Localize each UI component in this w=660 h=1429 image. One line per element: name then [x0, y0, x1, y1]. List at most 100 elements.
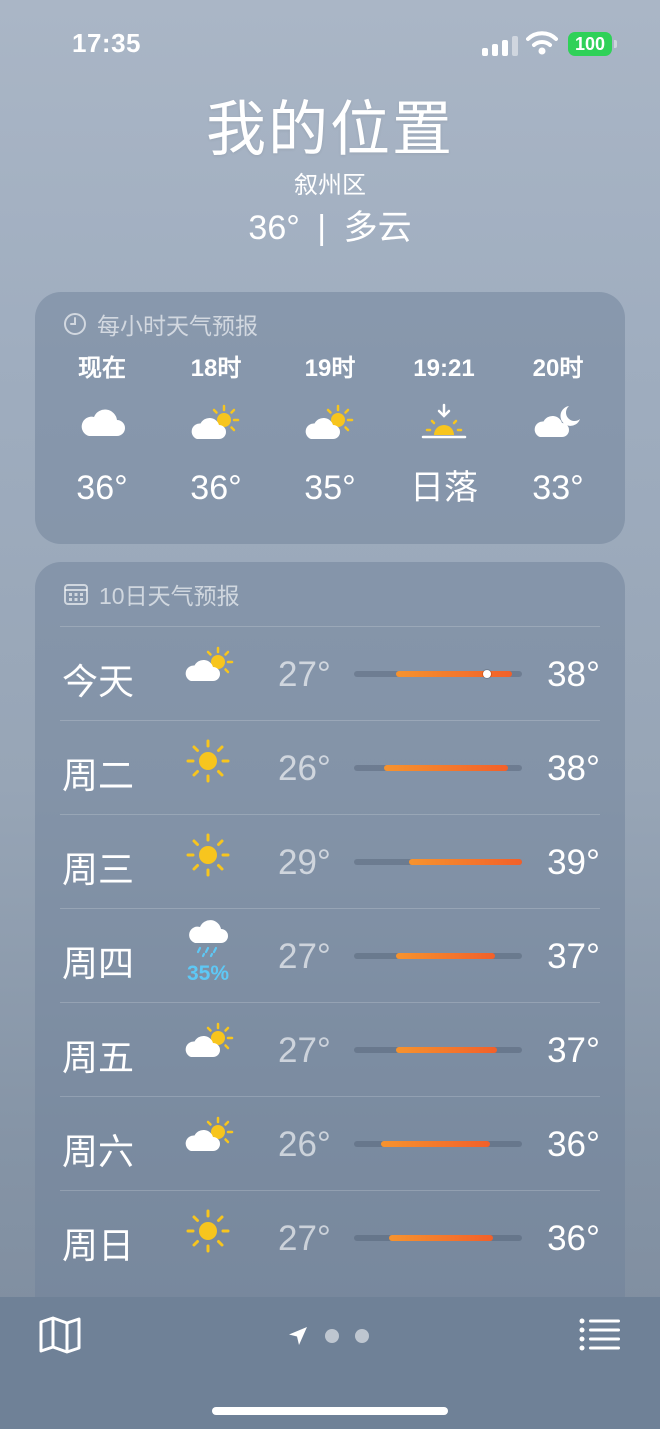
high-temp: 39°	[547, 843, 600, 882]
clock-icon	[64, 313, 86, 335]
hourly-list: 现在 36° 18时 36° 19时 35° 19:21 日落 20时 33°	[35, 356, 625, 512]
hourly-time: 现在	[78, 355, 126, 382]
temp-range-bar	[354, 1047, 522, 1053]
hourly-time: 18时	[190, 355, 242, 382]
high-temp: 37°	[547, 1031, 600, 1070]
partly-cloudy-night-icon	[501, 396, 615, 450]
hourly-time: 19:21	[413, 355, 475, 382]
hourly-forecast-card[interactable]: 每小时天气预报 现在 36° 18时 36° 19时 35° 19:21 日落 20时 33°	[35, 292, 625, 544]
partly-sunny-icon	[273, 396, 387, 450]
ten-day-forecast-title: 10日天气预报	[99, 583, 240, 609]
sun-icon	[182, 739, 234, 788]
page-dot[interactable]	[355, 1329, 369, 1343]
status-time: 17:35	[72, 28, 141, 58]
sun-icon	[182, 1209, 234, 1258]
hourly-temp: 33°	[532, 469, 584, 507]
location-subtitle: 叙州区	[294, 172, 366, 199]
page-dot[interactable]	[325, 1329, 339, 1343]
temp-range-fill	[384, 765, 508, 771]
partly-sunny-icon	[182, 1115, 234, 1160]
temp-range-bar	[354, 1235, 522, 1241]
high-temp: 38°	[547, 749, 600, 788]
day-label: 周五	[62, 1037, 135, 1078]
partly-sunny-icon	[182, 1021, 234, 1066]
hourly-temp: 35°	[304, 469, 356, 507]
low-temp: 27°	[278, 1031, 331, 1070]
page-indicator[interactable]	[287, 1325, 369, 1347]
low-temp: 26°	[278, 1125, 331, 1164]
hourly-time: 20时	[532, 355, 584, 382]
low-temp: 27°	[278, 937, 331, 976]
current-condition: 多云	[343, 209, 412, 247]
daily-row[interactable]: 周三 29° 39°	[60, 814, 600, 908]
day-label: 周日	[62, 1225, 135, 1266]
low-temp: 27°	[278, 1219, 331, 1258]
temp-range-fill	[381, 1141, 490, 1147]
daily-row[interactable]: 周二 26° 38°	[60, 720, 600, 814]
temp-range-fill	[396, 1047, 497, 1053]
hourly-item: 18时 36°	[159, 356, 273, 512]
day-label: 今天	[62, 661, 135, 702]
location-header: 我的位置 叙州区 36° | 多云	[0, 92, 660, 250]
day-label: 周二	[62, 755, 135, 796]
daily-row[interactable]: 周日 27° 36°	[60, 1190, 600, 1284]
daily-row[interactable]: 周六 26° 36°	[60, 1096, 600, 1190]
temp-range-fill	[396, 671, 512, 677]
hourly-forecast-header: 每小时天气预报	[35, 292, 625, 356]
hourly-temp: 36°	[190, 469, 242, 507]
map-icon[interactable]	[38, 1315, 82, 1355]
sunset-icon	[387, 396, 501, 450]
day-label: 周三	[62, 849, 135, 890]
rain-icon: 35%	[182, 919, 234, 986]
temp-range-fill	[396, 953, 495, 959]
wifi-icon	[526, 31, 558, 55]
cloud-icon	[45, 396, 159, 450]
temp-range-fill	[389, 1235, 493, 1241]
bottom-toolbar	[0, 1297, 660, 1429]
conditions-separator: |	[317, 209, 327, 247]
temp-range-bar	[354, 670, 522, 678]
partly-sunny-icon	[182, 645, 234, 690]
high-temp: 37°	[547, 937, 600, 976]
temp-range-bar	[354, 765, 522, 771]
temp-range-bar	[354, 859, 522, 865]
hourly-item: 19:21 日落	[387, 356, 501, 512]
ten-day-forecast-header: 10日天气预报	[35, 562, 625, 626]
high-temp: 36°	[547, 1125, 600, 1164]
current-temp: 36°	[248, 209, 300, 247]
temp-range-bar	[354, 1141, 522, 1147]
hourly-temp: 36°	[76, 469, 128, 507]
low-temp: 29°	[278, 843, 331, 882]
location-title: 我的位置	[206, 96, 454, 163]
current-conditions: 36° | 多云	[0, 206, 660, 250]
daily-row[interactable]: 今天 27° 38°	[60, 626, 600, 720]
sun-icon	[182, 833, 234, 882]
status-bar: 17:35 100	[0, 26, 660, 62]
home-indicator	[212, 1407, 448, 1415]
day-label: 周四	[62, 943, 135, 984]
current-temp-dot	[483, 670, 491, 678]
temp-range-fill	[409, 859, 522, 865]
day-label: 周六	[62, 1131, 135, 1172]
battery-indicator: 100	[568, 32, 617, 56]
low-temp: 27°	[278, 655, 331, 694]
temp-range-bar	[354, 953, 522, 959]
cellular-signal-icon	[482, 34, 518, 56]
hourly-item: 20时 33°	[501, 356, 615, 512]
low-temp: 26°	[278, 749, 331, 788]
hourly-temp: 日落	[410, 469, 478, 507]
high-temp: 38°	[547, 655, 600, 694]
list-icon[interactable]	[578, 1317, 622, 1351]
daily-row[interactable]: 周五 27° 37°	[60, 1002, 600, 1096]
location-arrow-icon[interactable]	[287, 1325, 309, 1347]
hourly-item: 19时 35°	[273, 356, 387, 512]
hourly-forecast-title: 每小时天气预报	[97, 313, 258, 339]
daily-row[interactable]: 周四 35% 27° 37°	[60, 908, 600, 1002]
partly-sunny-icon	[159, 396, 273, 450]
daily-list: 今天 27° 38° 周二 26° 38° 周三 29° 39° 周四 35% 27° 37° 周五 27°…	[60, 626, 600, 1284]
hourly-time: 19时	[304, 355, 356, 382]
hourly-item: 现在 36°	[45, 356, 159, 512]
precip-chance: 35%	[186, 962, 230, 985]
ten-day-forecast-card[interactable]: 10日天气预报 今天 27° 38° 周二 26° 38° 周三 29° 39° 周四 35% 27°…	[35, 562, 625, 1342]
calendar-icon	[64, 584, 88, 605]
